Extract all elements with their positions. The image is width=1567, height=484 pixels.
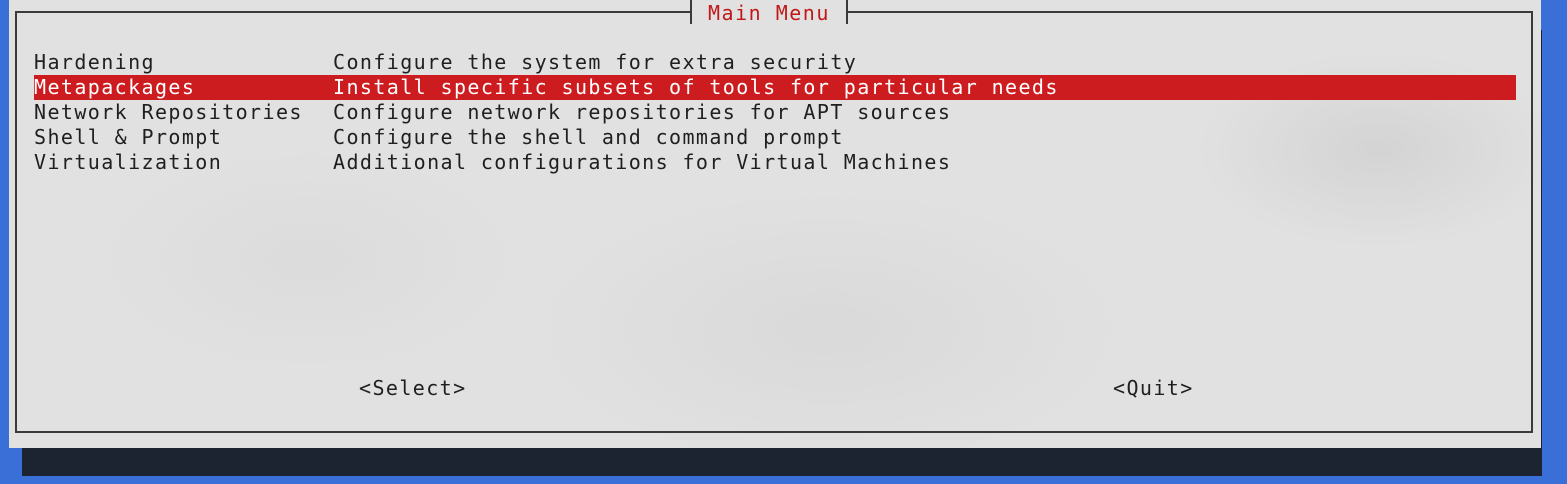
dialog-title-box: Main Menu [690, 0, 848, 25]
menu-item-name: Virtualization [34, 150, 223, 174]
menu-item-description: Install specific subsets of tools for pa… [333, 75, 1059, 99]
menu-item-description: Configure network repositories for APT s… [333, 100, 952, 124]
menu-item-name: Shell & Prompt [34, 125, 223, 149]
menu-item-virtualization[interactable]: Virtualization Additional configurations… [34, 150, 1516, 175]
dialog-title: Main Menu [708, 1, 830, 25]
menu-item-description: Configure the shell and command prompt [333, 125, 844, 149]
menu-item-shell-prompt[interactable]: Shell & Prompt Configure the shell and c… [34, 125, 1516, 150]
quit-button[interactable]: <Quit> [1113, 375, 1194, 401]
select-button[interactable]: <Select> [359, 375, 467, 401]
main-menu-dialog: Main Menu Hardening Configure the system… [9, 0, 1541, 448]
menu-item-network-repositories[interactable]: Network Repositories Configure network r… [34, 100, 1516, 125]
menu-item-metapackages[interactable]: Metapackages Install specific subsets of… [34, 75, 1516, 100]
menu-list: Hardening Configure the system for extra… [34, 50, 1516, 175]
menu-item-hardening[interactable]: Hardening Configure the system for extra… [34, 50, 1516, 75]
menu-item-name: Network Repositories [34, 100, 303, 124]
menu-item-description: Additional configurations for Virtual Ma… [333, 150, 952, 174]
menu-item-name: Metapackages [34, 75, 196, 99]
menu-item-description: Configure the system for extra security [333, 50, 858, 74]
menu-item-name: Hardening [34, 50, 155, 74]
